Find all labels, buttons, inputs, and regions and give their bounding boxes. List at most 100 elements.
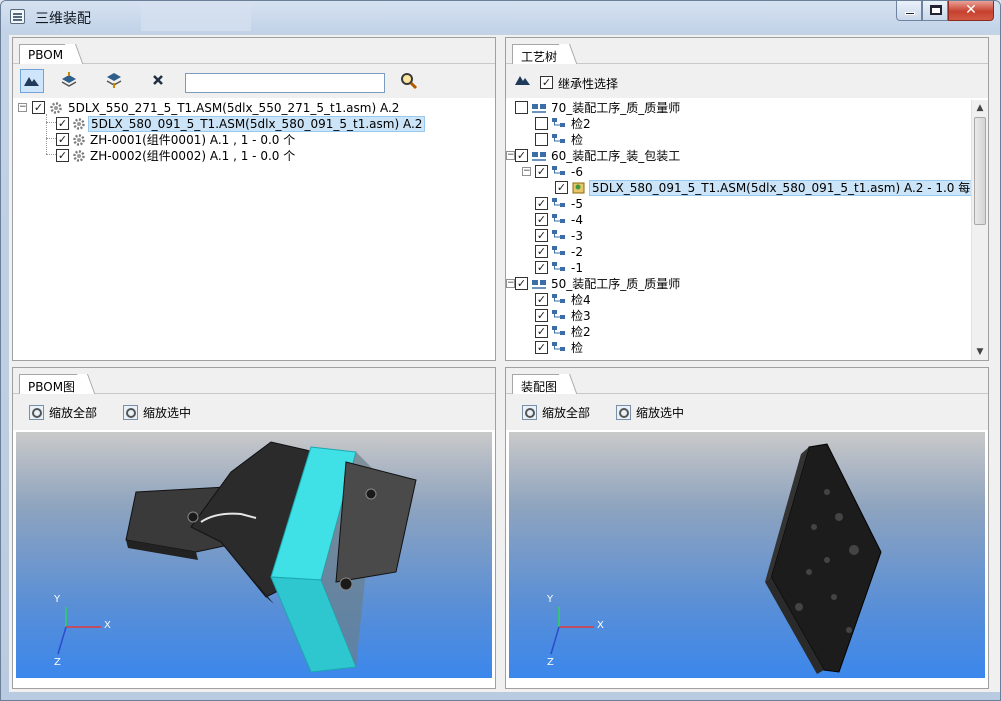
- checkbox[interactable]: [535, 117, 548, 130]
- checkbox[interactable]: ✓: [515, 277, 528, 290]
- window-controls: ✕: [896, 1, 994, 22]
- pbom-toolbar: [13, 64, 495, 98]
- search-input[interactable]: [185, 73, 385, 93]
- scroll-up-arrow[interactable]: ▲: [972, 100, 988, 116]
- pbom-view-header: PBOM图: [13, 368, 495, 395]
- checkbox[interactable]: ✓: [535, 309, 548, 322]
- mountain-icon: [24, 77, 39, 86]
- tree-row[interactable]: ✓ 5DLX_580_091_5_T1.ASM(5dlx_580_091_5_t…: [13, 116, 493, 132]
- pbom-model: [57, 441, 417, 673]
- checkbox[interactable]: ✓: [515, 149, 528, 162]
- axis-y-label: Y: [54, 594, 61, 605]
- collapse-toggle[interactable]: −: [18, 103, 27, 112]
- checkbox[interactable]: [535, 133, 548, 146]
- hierarchy-icon: [552, 342, 565, 351]
- process-item-row[interactable]: ✓ 检2: [506, 324, 971, 340]
- hierarchy-icon: [552, 246, 565, 255]
- process-item-row[interactable]: ✓ -4: [506, 212, 971, 228]
- inherit-checkbox[interactable]: ✓: [540, 76, 553, 89]
- axis-x-label: X: [104, 620, 111, 631]
- collapse-toggle[interactable]: −: [506, 279, 515, 288]
- process-tree-scrollbar[interactable]: ▲ ▼: [971, 100, 988, 360]
- search-button[interactable]: [397, 69, 421, 93]
- tree-item-label: 检: [571, 133, 584, 147]
- zoom-selected-button[interactable]: 缩放选中: [616, 404, 684, 422]
- tab-process-tree[interactable]: 工艺树: [512, 44, 569, 65]
- tree-view-button[interactable]: [20, 69, 44, 93]
- tab-pbom[interactable]: PBOM: [19, 44, 75, 65]
- checkbox[interactable]: ✓: [56, 149, 69, 162]
- process-item-row[interactable]: ✓ -3: [506, 228, 971, 244]
- zoom-selected-icon: [616, 405, 631, 420]
- assembly-view-panel: 装配图 缩放全部 缩放选中 Y X Z: [505, 367, 989, 689]
- minimize-button[interactable]: [896, 1, 922, 21]
- process-item-row[interactable]: − ✓ -6: [506, 164, 971, 180]
- tree-item-label: -2: [571, 245, 583, 259]
- process-item-row[interactable]: ✓ -1: [506, 260, 971, 276]
- checkbox[interactable]: ✓: [535, 293, 548, 306]
- close-button[interactable]: ✕: [948, 1, 994, 21]
- checkbox[interactable]: ✓: [535, 229, 548, 242]
- process-item-row[interactable]: 检2: [506, 116, 971, 132]
- gear-icon: [73, 134, 85, 146]
- scroll-thumb[interactable]: [974, 117, 986, 225]
- pbom-view-toolbar: 缩放全部 缩放选中: [13, 394, 495, 430]
- checkbox[interactable]: ✓: [535, 341, 548, 354]
- zoom-selected-button[interactable]: 缩放选中: [123, 404, 191, 422]
- process-step-row[interactable]: 70_装配工序_质_质量师: [506, 100, 971, 116]
- checkbox[interactable]: ✓: [535, 245, 548, 258]
- checkbox[interactable]: [515, 101, 528, 114]
- checkbox[interactable]: ✓: [32, 101, 45, 114]
- process-step-row[interactable]: − ✓ 60_装配工序_装_包装工: [506, 148, 971, 164]
- axis-y-label: Y: [547, 594, 554, 605]
- checkbox[interactable]: ✓: [535, 197, 548, 210]
- process-tree: 70_装配工序_质_质量师 检2 检 − ✓ 60_装配工序_装_包装工 − ✓ -6 ✓ 5DLX…: [506, 100, 971, 360]
- process-item-row[interactable]: ✓ 5DLX_580_091_5_T1.ASM(5dlx_580_091_5_t1…: [506, 180, 971, 196]
- checkbox[interactable]: ✓: [535, 261, 548, 274]
- zoom-all-button[interactable]: 缩放全部: [522, 404, 590, 422]
- checkbox[interactable]: ✓: [555, 181, 568, 194]
- hierarchy-icon: [552, 166, 565, 175]
- checkbox[interactable]: ✓: [535, 213, 548, 226]
- process-item-row[interactable]: ✓ -2: [506, 244, 971, 260]
- pbom-3d-viewport[interactable]: Y X Z: [16, 432, 492, 678]
- assembly-view-toolbar: 缩放全部 缩放选中: [506, 394, 988, 430]
- collapse-toggle[interactable]: −: [506, 151, 515, 160]
- layer-down-button[interactable]: [103, 69, 127, 93]
- process-step-row[interactable]: − ✓ 50_装配工序_质_质量师: [506, 276, 971, 292]
- tree-row[interactable]: − ✓ 5DLX_550_271_5_T1.ASM(5dlx_550_271_5…: [13, 100, 493, 116]
- tree-item-label: -1: [571, 261, 583, 275]
- process-item-row[interactable]: ✓ 检: [506, 340, 971, 356]
- tree-view-button[interactable]: [512, 69, 536, 93]
- process-item-row[interactable]: 检: [506, 132, 971, 148]
- zoom-all-button[interactable]: 缩放全部: [29, 404, 97, 422]
- tree-item-label: ZH-0001(组件0001) A.1 , 1 - 0.0 个: [90, 133, 296, 147]
- maximize-button[interactable]: [922, 1, 948, 21]
- tab-pbom-view[interactable]: PBOM图: [19, 374, 87, 395]
- layer-up-button[interactable]: [58, 69, 82, 93]
- zoom-icon: [29, 405, 44, 420]
- tree-item-label: -4: [571, 213, 583, 227]
- assembly-3d-viewport[interactable]: Y X Z: [509, 432, 985, 678]
- tree-row[interactable]: ✓ ZH-0001(组件0001) A.1 , 1 - 0.0 个: [13, 132, 493, 148]
- tree-row[interactable]: ✓ ZH-0002(组件0002) A.1 , 1 - 0.0 个: [13, 148, 493, 164]
- tree-item-label: 50_装配工序_质_质量师: [551, 277, 681, 291]
- checkbox[interactable]: ✓: [535, 165, 548, 178]
- pbom-tree: − ✓ 5DLX_550_271_5_T1.ASM(5dlx_550_271_5…: [13, 100, 495, 360]
- tree-item-label: 70_装配工序_质_质量师: [551, 101, 681, 115]
- title-bar[interactable]: 三维装配 ✕: [1, 1, 1000, 31]
- clear-button[interactable]: [147, 69, 171, 93]
- zoom-selected-icon: [123, 405, 138, 420]
- checkbox[interactable]: ✓: [535, 325, 548, 338]
- tab-assembly-view[interactable]: 装配图: [512, 374, 569, 395]
- checkbox[interactable]: ✓: [56, 133, 69, 146]
- tree-item-label: ZH-0002(组件0002) A.1 , 1 - 0.0 个: [90, 149, 296, 163]
- scroll-down-arrow[interactable]: ▼: [972, 344, 988, 360]
- collapse-toggle[interactable]: −: [522, 167, 531, 176]
- process-item-row[interactable]: ✓ 检3: [506, 308, 971, 324]
- checkbox[interactable]: ✓: [56, 117, 69, 130]
- process-item-row[interactable]: ✓ 检4: [506, 292, 971, 308]
- x-icon: [153, 75, 163, 85]
- process-item-row[interactable]: ✓ -5: [506, 196, 971, 212]
- hierarchy-icon: [552, 118, 565, 127]
